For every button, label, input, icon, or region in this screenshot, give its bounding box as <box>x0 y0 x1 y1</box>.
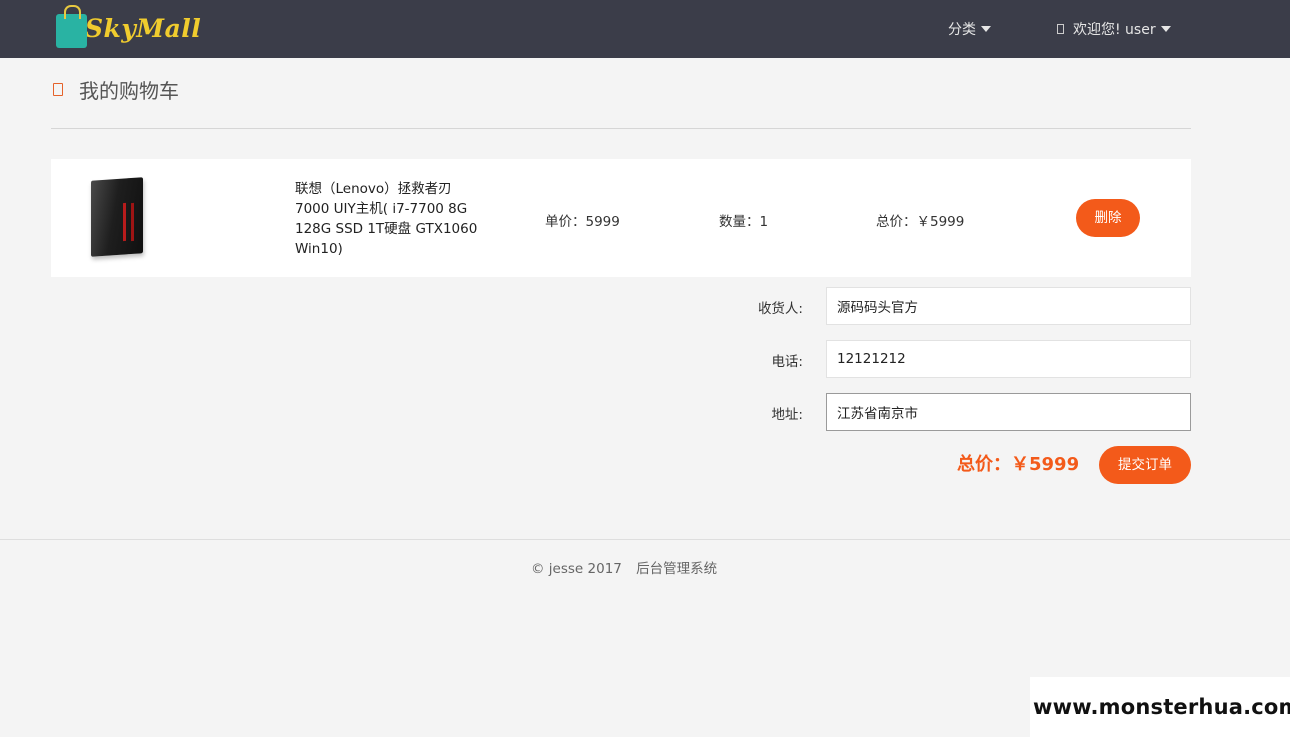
address-label: 地址: <box>771 407 803 423</box>
caret-down-icon <box>981 26 991 32</box>
product-name[interactable]: 联想（Lenovo）拯救者刃7000 UIY主机( i7-7700 8G 128… <box>295 179 485 259</box>
top-navbar: SkyMall 分类 欢迎您! user <box>0 0 1290 58</box>
cart-icon <box>53 83 63 96</box>
category-label: 分类 <box>948 22 976 38</box>
site-logo[interactable]: SkyMall <box>56 5 202 49</box>
phone-row: 电话: <box>700 340 1191 378</box>
copyright-text: © jesse 2017 <box>531 561 622 577</box>
order-total: 总价：￥5999 <box>957 454 1080 475</box>
caret-down-icon <box>1160 26 1171 32</box>
receiver-input[interactable] <box>826 287 1191 325</box>
admin-link[interactable]: 后台管理系统 <box>636 561 717 577</box>
logo-text: SkyMall <box>85 13 202 43</box>
pc-red-accent <box>123 202 126 242</box>
user-dropdown[interactable]: 欢迎您! user <box>1057 19 1171 39</box>
phone-label: 电话: <box>771 354 803 370</box>
desktop-pc-icon <box>91 177 143 257</box>
delete-button[interactable]: 删除 <box>1076 199 1140 237</box>
user-icon <box>1057 24 1064 34</box>
page-header: 我的购物车 <box>53 75 179 104</box>
product-image[interactable] <box>87 177 147 257</box>
footer-divider <box>0 539 1290 540</box>
footer: © jesse 2017 后台管理系统 <box>531 557 717 577</box>
address-input[interactable] <box>826 393 1191 431</box>
unit-price: 单价：5999 <box>545 214 620 230</box>
header-divider <box>51 128 1191 129</box>
receiver-label: 收货人: <box>757 301 803 317</box>
submit-order-button[interactable]: 提交订单 <box>1099 446 1191 484</box>
address-row: 地址: <box>700 393 1191 431</box>
item-total: 总价：￥5999 <box>876 214 965 230</box>
pc-red-accent <box>131 202 134 242</box>
watermark: www.monsterhua.com <box>1030 677 1290 737</box>
phone-input[interactable] <box>826 340 1191 378</box>
shopping-bag-icon <box>56 5 87 48</box>
page-title: 我的购物车 <box>79 79 179 103</box>
category-dropdown[interactable]: 分类 <box>948 19 991 39</box>
cart-item-row: 联想（Lenovo）拯救者刃7000 UIY主机( i7-7700 8G 128… <box>51 159 1191 277</box>
receiver-row: 收货人: <box>700 287 1191 325</box>
user-greeting: 欢迎您! user <box>1073 22 1156 38</box>
quantity: 数量：1 <box>719 214 769 230</box>
